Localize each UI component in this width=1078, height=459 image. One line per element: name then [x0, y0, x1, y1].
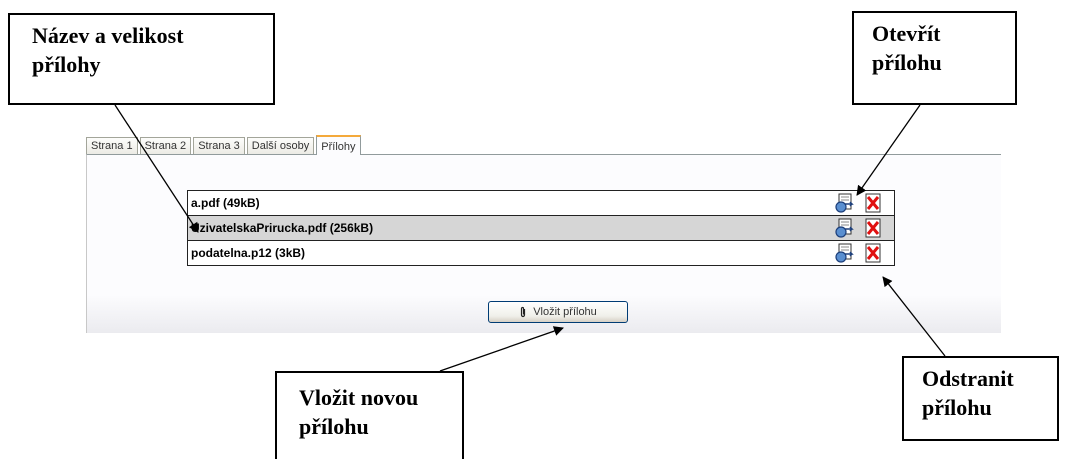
callout-line: Odstranit — [922, 366, 1014, 391]
delete-attachment-icon[interactable] — [862, 242, 884, 264]
open-attachment-icon[interactable] — [834, 192, 856, 214]
attachment-row[interactable]: a.pdf (49kB) — [188, 191, 894, 216]
callout-line: Otevřít — [872, 21, 941, 46]
attachments-table: a.pdf (49kB) UzivatelskaPrirucka.pdf (25… — [187, 190, 895, 266]
callout-open: Otevřít přílohu — [852, 11, 1017, 105]
callout-line: přílohy — [32, 52, 101, 77]
attachment-name: podatelna.p12 (3kB) — [191, 246, 306, 260]
callout-line: Název a velikost — [32, 23, 184, 48]
delete-attachment-icon[interactable] — [862, 192, 884, 214]
attachment-row[interactable]: UzivatelskaPrirucka.pdf (256kB) — [188, 216, 894, 241]
tab-strana-2[interactable]: Strana 2 — [139, 137, 192, 154]
attachment-name: UzivatelskaPrirucka.pdf (256kB) — [191, 221, 374, 235]
tab-strip: Strana 1 Strana 2 Strana 3 Další osoby P… — [86, 134, 363, 155]
callout-line: Vložit novou — [299, 385, 419, 410]
add-attachment-label: Vložit přílohu — [533, 306, 597, 318]
callout-remove: Odstranit přílohu — [902, 356, 1059, 441]
arrow-insert — [439, 326, 564, 372]
tab-strana-1[interactable]: Strana 1 — [86, 137, 138, 154]
attachment-name: a.pdf (49kB) — [191, 196, 260, 210]
paperclip-icon — [521, 306, 526, 318]
attachment-row[interactable]: podatelna.p12 (3kB) — [188, 241, 894, 266]
callout-line: přílohu — [872, 50, 942, 75]
tab-dalsi-osoby[interactable]: Další osoby — [246, 137, 315, 154]
open-attachment-icon[interactable] — [834, 217, 856, 239]
callout-line: přílohu — [922, 395, 992, 420]
add-attachment-button[interactable]: Vložit přílohu — [488, 301, 628, 323]
callout-insert: Vložit novou přílohu — [275, 371, 464, 459]
open-attachment-icon[interactable] — [834, 242, 856, 264]
callout-name-size: Název a velikost přílohy — [8, 13, 275, 105]
tab-strana-3[interactable]: Strana 3 — [193, 137, 245, 154]
delete-attachment-icon[interactable] — [862, 217, 884, 239]
tab-prilohy[interactable]: Přílohy — [316, 135, 361, 155]
callout-line: přílohu — [299, 414, 369, 439]
